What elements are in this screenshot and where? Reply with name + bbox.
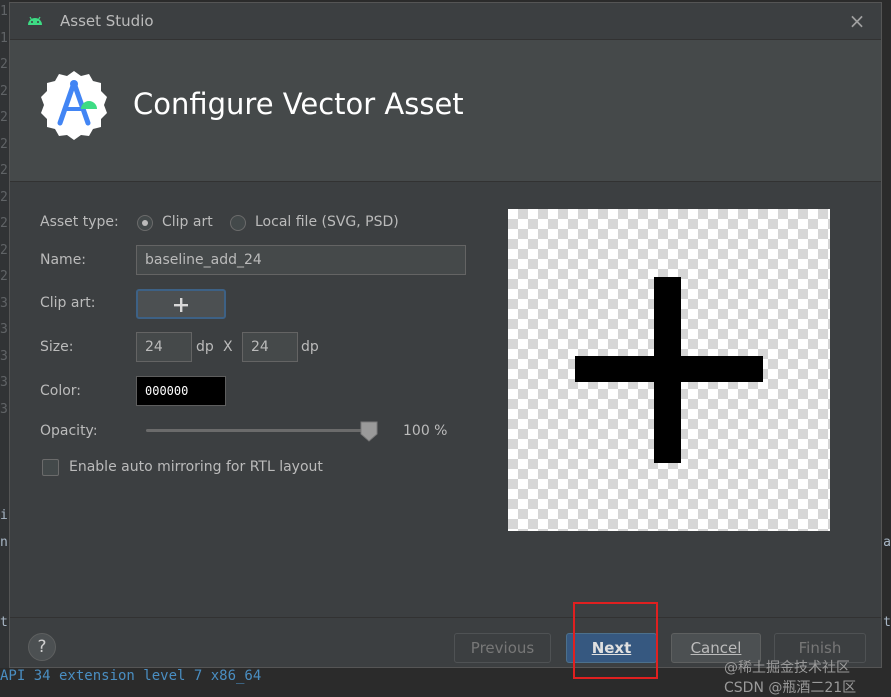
plus-icon [575,277,763,463]
icon-preview [508,209,830,531]
width-input[interactable]: 24 [136,332,192,362]
width-unit-label: dp [196,339,214,355]
gutter-line-number: 2 [0,136,8,152]
gutter-line-number: 2 [0,110,8,125]
add-icon [174,298,188,312]
name-label: Name: [40,252,87,268]
height-input[interactable]: 24 [242,332,298,362]
local-file-radio[interactable] [230,215,246,231]
name-input[interactable]: baseline_add_24 [136,245,466,275]
size-label: Size: [40,339,74,355]
clip-art-label: Clip art: [40,295,96,311]
page-title: Configure Vector Asset [133,87,464,121]
android-icon [28,16,42,25]
opacity-slider-track[interactable] [146,429,374,432]
height-unit-label: dp [301,339,319,355]
gutter-line-number: 2 [0,269,8,284]
close-icon[interactable]: × [847,11,867,31]
editor-text-fragment: n [0,535,8,550]
gutter-line-number: 3 [0,375,8,390]
gutter-line-number: 1 [0,30,8,46]
gutter-line-number: 2 [0,163,8,178]
watermark: @稀土掘金技术社区 CSDN @瓶酒二21区 [724,660,857,696]
gutter-line-number: 2 [0,189,8,205]
gutter-line-number: 2 [0,242,8,258]
gutter-line-number: 2 [0,57,8,72]
auto-mirroring-label[interactable]: Enable auto mirroring for RTL layout [69,459,323,475]
dialog-header: Configure Vector Asset [10,39,881,182]
title-bar: Asset Studio × [10,3,881,39]
gutter-line-number: 3 [0,348,8,364]
gutter-line-number: 3 [0,295,8,311]
window-title: Asset Studio [60,12,154,30]
gutter-line-number: 3 [0,401,8,417]
cancel-button-label: Cancel [690,639,742,657]
clip-art-button[interactable] [136,289,226,319]
local-file-radio-label[interactable]: Local file (SVG, PSD) [255,214,399,230]
editor-text-fragment: a [883,535,891,550]
clip-art-radio-label[interactable]: Clip art [162,214,213,230]
editor-text-fragment: t [883,615,891,630]
gutter-line-number: 3 [0,322,8,337]
editor-text-fragment: t [0,615,8,630]
asset-type-label: Asset type: [40,214,119,230]
footer-divider [10,617,881,618]
gutter-line-number: 1 [0,4,8,19]
gutter-line-number: 2 [0,83,8,99]
help-button[interactable]: ? [28,633,56,661]
size-separator: X [223,339,233,355]
auto-mirroring-checkbox[interactable] [42,459,59,476]
opacity-value: 100 % [403,423,448,439]
clip-art-radio[interactable] [137,215,153,231]
asset-studio-dialog: Asset Studio × Configure Vector Asset As… [9,2,882,668]
gutter-line-number: 2 [0,216,8,231]
highlight-annotation-box [573,602,658,679]
opacity-label: Opacity: [40,423,98,439]
previous-button[interactable]: Previous [454,633,551,663]
color-picker[interactable]: 000000 [136,376,226,406]
editor-text-fragment: i [0,508,8,523]
opacity-slider-thumb[interactable] [360,421,378,442]
color-label: Color: [40,383,82,399]
android-studio-logo-icon [41,71,107,140]
